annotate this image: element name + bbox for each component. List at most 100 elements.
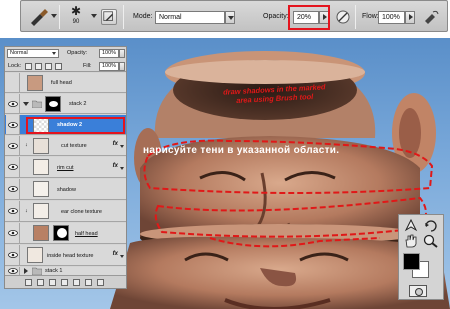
group-mask-thumbnail [45,96,61,112]
link-layers-icon[interactable] [25,279,32,286]
airbrush-icon[interactable] [422,9,440,25]
brush-preset-picker[interactable]: ✱ 90 [65,4,87,30]
layer-thumbnail [33,159,49,175]
hand-tool-icon[interactable] [403,234,419,248]
eye-icon [8,186,18,192]
layer-half-head[interactable]: half head [5,223,126,244]
clip-arrow-icon: ↓ [25,142,28,148]
eye-icon [8,230,18,236]
eye-icon [8,143,18,149]
eye-icon [8,268,18,274]
layer-opacity-input[interactable]: 100% [99,49,119,58]
flow-slider-arrow[interactable] [405,11,415,24]
clip-arrow-icon: ↓ [25,208,28,214]
layer-effects-badge[interactable]: fx [113,141,118,147]
tools-panel [398,214,444,300]
layer-full-head[interactable]: full head [5,73,126,93]
add-mask-icon[interactable] [49,279,56,286]
visibility-toggle[interactable] [6,136,20,155]
expand-triangle-icon[interactable] [23,101,29,107]
fill-arrow[interactable] [119,62,125,71]
collapse-triangle-icon[interactable] [23,268,29,274]
mode-select[interactable]: Normal [155,11,225,24]
layer-mask-thumbnail [53,225,69,241]
pressure-opacity-icon[interactable] [335,9,351,25]
layer-cut-texture[interactable]: ↓ cut texture fx [5,136,126,156]
layer-effects-badge[interactable]: fx [113,251,118,257]
brush-tool-icon[interactable] [28,8,50,26]
selected-layer-highlight-box [26,117,125,134]
layer-name: ear clone texture [61,209,102,215]
opacity-label: Opacity: [263,13,289,20]
blend-mode-select[interactable]: Normal [7,49,59,58]
layer-thumbnail [33,138,49,154]
visibility-toggle[interactable] [6,157,20,177]
foreground-color-swatch[interactable] [403,253,420,270]
layers-topbar: Normal Opacity: 100% [5,47,126,60]
layer-name: cut texture [61,143,87,149]
layer-shadow[interactable]: shadow [5,179,126,200]
flow-input[interactable]: 100% [378,11,405,24]
layer-name: stack 1 [45,268,63,274]
visibility-toggle[interactable] [6,267,20,275]
adjustment-layer-icon[interactable] [61,279,68,286]
layer-name: half head [75,231,98,237]
layers-panel: Normal Opacity: 100% Lock: Fill: 100% fu… [4,46,127,289]
mode-label: Mode: [133,13,153,20]
brush-panel-icon [103,11,113,21]
fill-input[interactable]: 100% [99,62,119,71]
effects-expand-arrow[interactable] [120,167,124,170]
lock-pixels-icon[interactable] [35,63,42,70]
options-bar: ✱ 90 Mode: Normal Opacity: 20% Flow: 100… [20,0,448,32]
eye-icon [8,252,18,258]
layer-thumbnail [33,203,49,219]
new-group-icon[interactable] [73,279,80,286]
layer-name: full head [51,80,72,86]
visibility-toggle[interactable] [6,73,20,92]
layer-thumbnail [27,247,43,263]
new-layer-icon[interactable] [85,279,92,286]
eye-icon [8,101,18,107]
rotate-view-icon[interactable] [423,218,439,232]
layer-opacity-label: Opacity: [67,50,88,56]
brush-panel-toggle-button[interactable] [101,9,117,25]
quick-mask-button[interactable] [409,285,427,297]
lock-all-icon[interactable] [55,63,62,70]
layer-name: inside head texture [47,253,94,259]
layer-effects-badge[interactable]: fx [113,163,118,169]
visibility-toggle[interactable] [6,115,20,134]
layer-thumbnail [27,75,43,91]
lock-transparency-icon[interactable] [25,63,32,70]
visibility-toggle[interactable] [6,245,20,265]
brush-picker-arrow[interactable] [91,14,97,18]
layer-name: rim cut [57,165,74,171]
layer-opacity-arrow[interactable] [119,49,125,58]
layer-ear-clone-texture[interactable]: ↓ ear clone texture [5,201,126,222]
fill-label: Fill: [83,63,92,69]
brush-size: 90 [72,19,80,25]
visibility-toggle[interactable] [6,201,20,221]
layer-rim-cut[interactable]: rim cut fx [5,157,126,178]
layer-group-stack-1[interactable]: stack 1 [5,267,126,275]
visibility-toggle[interactable] [6,94,20,113]
tool-preset-dropdown[interactable] [51,14,57,18]
effects-expand-arrow[interactable] [120,145,124,148]
layer-name: stack 2 [69,101,87,107]
visibility-toggle[interactable] [6,223,20,243]
trash-icon[interactable] [97,279,104,286]
eye-icon [8,122,18,128]
visibility-toggle[interactable] [6,179,20,199]
eye-icon [8,208,18,214]
effects-expand-arrow[interactable] [120,255,124,258]
zoom-tool-icon[interactable] [423,234,439,248]
pen-tool-icon[interactable] [403,218,419,232]
layer-group-stack-2[interactable]: stack 2 [5,94,126,114]
lock-label: Lock: [8,63,22,69]
mode-dropdown-arrow[interactable] [225,11,235,24]
add-style-icon[interactable] [37,279,44,286]
layer-name: shadow [57,187,76,193]
lock-position-icon[interactable] [45,63,52,70]
layer-inside-head-texture[interactable]: inside head texture fx [5,245,126,266]
flow-label: Flow: [362,13,379,20]
folder-icon [32,267,42,275]
